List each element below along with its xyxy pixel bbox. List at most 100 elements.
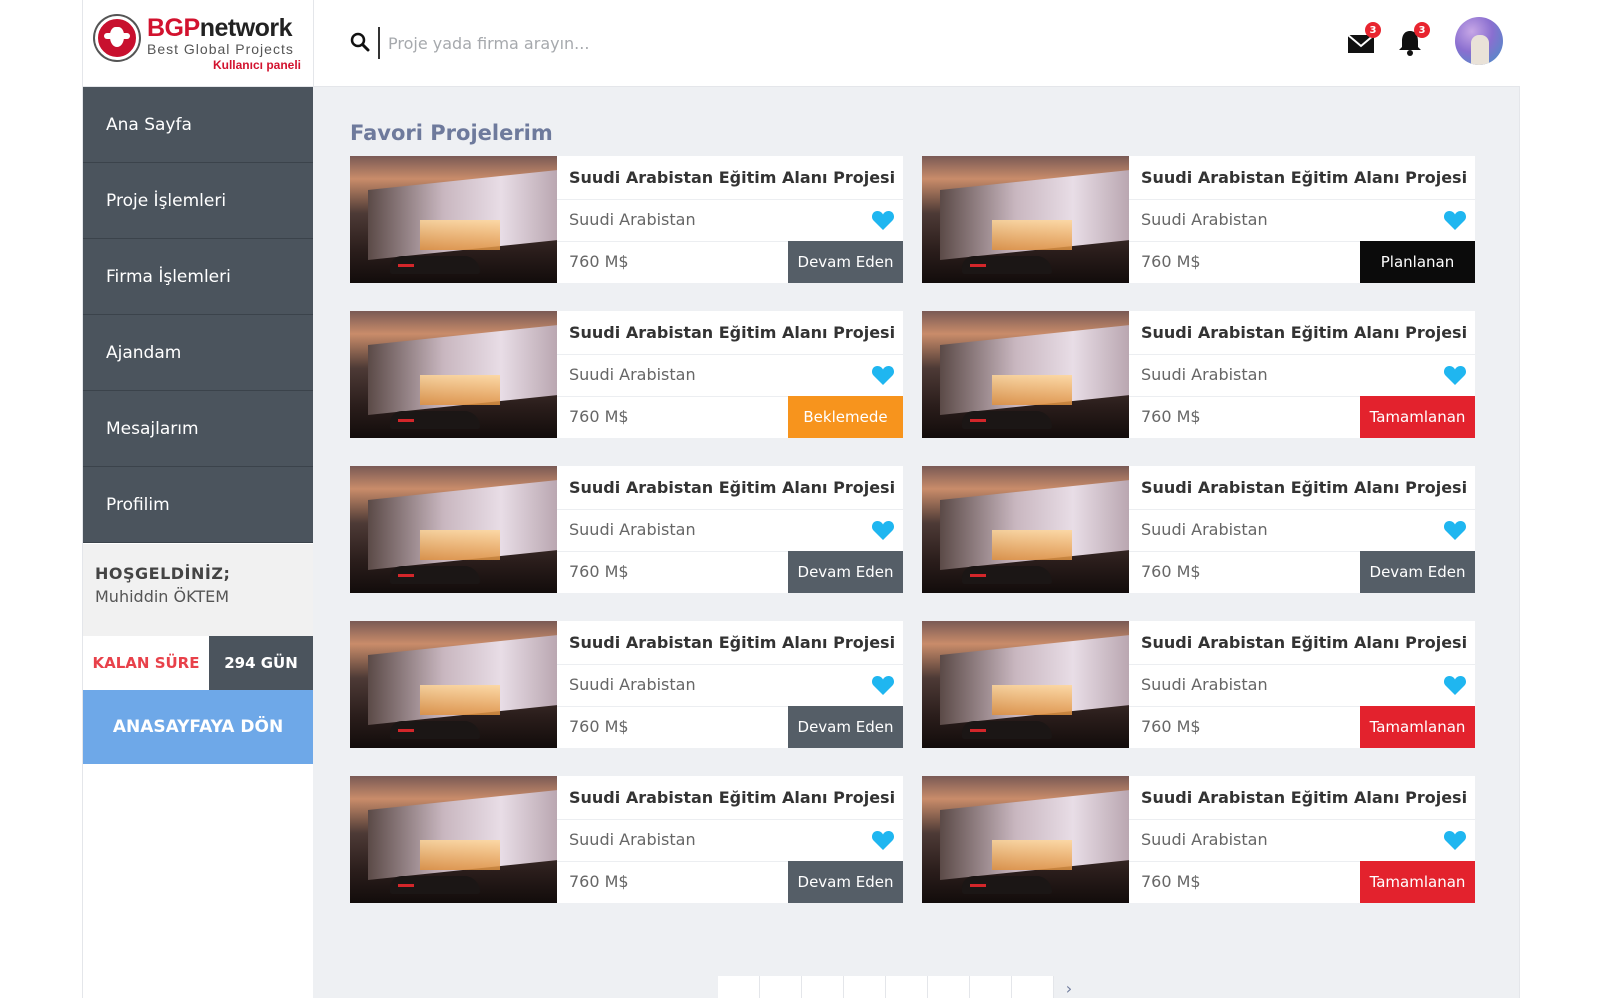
page-button[interactable] xyxy=(760,976,802,998)
chevron-right-icon[interactable]: › xyxy=(1054,976,1084,998)
heart-icon[interactable] xyxy=(871,829,895,851)
user-avatar[interactable] xyxy=(1455,17,1503,65)
project-card[interactable]: Suudi Arabistan Eğitim Alanı Projesi Suud… xyxy=(922,776,1475,903)
project-price: 760 M$ xyxy=(1141,717,1201,736)
project-card[interactable]: Suudi Arabistan Eğitim Alanı Projesi Suud… xyxy=(350,311,903,438)
logo-title: BGPnetwork xyxy=(147,14,293,42)
project-price: 760 M$ xyxy=(569,252,629,271)
page-button[interactable] xyxy=(970,976,1012,998)
project-image[interactable] xyxy=(922,466,1129,593)
back-to-home-button[interactable]: ANASAYFAYA DÖN xyxy=(83,690,313,764)
status-badge[interactable]: Planlanan xyxy=(1360,241,1475,283)
divider xyxy=(1129,354,1475,355)
project-card[interactable]: Suudi Arabistan Eğitim Alanı Projesi Suud… xyxy=(350,621,903,748)
notifications-button[interactable]: 3 xyxy=(1396,22,1430,56)
project-card[interactable]: Suudi Arabistan Eğitim Alanı Projesi Suud… xyxy=(350,156,903,283)
project-price: 760 M$ xyxy=(1141,872,1201,891)
status-badge[interactable]: Beklemede xyxy=(788,396,903,438)
heart-icon[interactable] xyxy=(1443,364,1467,386)
messages-button[interactable]: 3 xyxy=(1347,22,1381,56)
project-card[interactable]: Suudi Arabistan Eğitim Alanı Projesi Suud… xyxy=(922,466,1475,593)
car-shape xyxy=(390,721,480,739)
search-input[interactable] xyxy=(388,27,888,59)
sidebar-item-ajandam[interactable]: Ajandam xyxy=(83,315,313,391)
sidebar-item-profilim[interactable]: Profilim xyxy=(83,467,313,543)
status-badge[interactable]: Devam Eden xyxy=(788,706,903,748)
sidebar-item-label: Proje İşlemleri xyxy=(106,190,227,211)
pagination: › xyxy=(718,976,1084,998)
project-image[interactable] xyxy=(922,156,1129,283)
car-shape xyxy=(962,566,1052,584)
sidebar-item-proje-islemleri[interactable]: Proje İşlemleri xyxy=(83,163,313,239)
status-badge[interactable]: Tamamlanan xyxy=(1360,861,1475,903)
project-card-body: Suudi Arabistan Eğitim Alanı Projesi Suud… xyxy=(1129,466,1475,593)
page-button[interactable] xyxy=(928,976,970,998)
sidebar-item-firma-islemleri[interactable]: Firma İşlemleri xyxy=(83,239,313,315)
page-button[interactable] xyxy=(886,976,928,998)
project-title[interactable]: Suudi Arabistan Eğitim Alanı Projesi xyxy=(569,478,895,497)
status-badge[interactable]: Devam Eden xyxy=(788,241,903,283)
project-card-body: Suudi Arabistan Eğitim Alanı Projesi Suud… xyxy=(557,621,903,748)
project-card[interactable]: Suudi Arabistan Eğitim Alanı Projesi Suud… xyxy=(922,156,1475,283)
heart-icon[interactable] xyxy=(871,674,895,696)
project-location: Suudi Arabistan xyxy=(1141,210,1268,229)
status-badge[interactable]: Tamamlanan xyxy=(1360,396,1475,438)
divider xyxy=(557,199,903,200)
project-title[interactable]: Suudi Arabistan Eğitim Alanı Projesi xyxy=(569,788,895,807)
status-badge[interactable]: Devam Eden xyxy=(788,551,903,593)
project-image[interactable] xyxy=(350,776,557,903)
remaining-time-value: 294 GÜN xyxy=(209,636,313,690)
project-image[interactable] xyxy=(922,776,1129,903)
page-button[interactable] xyxy=(718,976,760,998)
project-title[interactable]: Suudi Arabistan Eğitim Alanı Projesi xyxy=(1141,168,1467,187)
status-badge[interactable]: Devam Eden xyxy=(788,861,903,903)
remaining-time-label: KALAN SÜRE xyxy=(83,636,209,690)
project-title[interactable]: Suudi Arabistan Eğitim Alanı Projesi xyxy=(1141,633,1467,652)
project-image[interactable] xyxy=(922,621,1129,748)
entrance-glow xyxy=(992,220,1072,250)
project-title[interactable]: Suudi Arabistan Eğitim Alanı Projesi xyxy=(1141,478,1467,497)
project-image[interactable] xyxy=(922,311,1129,438)
logo-panel-label: Kullanıcı paneli xyxy=(212,58,301,72)
project-card-body: Suudi Arabistan Eğitim Alanı Projesi Suud… xyxy=(557,466,903,593)
sidebar-item-mesajlarim[interactable]: Mesajlarım xyxy=(83,391,313,467)
welcome-title: HOŞGELDİNİZ; xyxy=(95,564,231,583)
status-badge[interactable]: Tamamlanan xyxy=(1360,706,1475,748)
entrance-glow xyxy=(992,375,1072,405)
heart-icon[interactable] xyxy=(1443,829,1467,851)
project-card[interactable]: Suudi Arabistan Eğitim Alanı Projesi Suud… xyxy=(350,466,903,593)
entrance-glow xyxy=(420,530,500,560)
brand-logo[interactable]: BGPnetwork Best Global Projects Kullanıc… xyxy=(83,0,313,87)
project-location: Suudi Arabistan xyxy=(569,675,696,694)
project-image[interactable] xyxy=(350,621,557,748)
heart-icon[interactable] xyxy=(871,209,895,231)
project-title[interactable]: Suudi Arabistan Eğitim Alanı Projesi xyxy=(1141,323,1467,342)
status-badge[interactable]: Devam Eden xyxy=(1360,551,1475,593)
logo-title-rest: network xyxy=(199,14,293,42)
project-title[interactable]: Suudi Arabistan Eğitim Alanı Projesi xyxy=(1141,788,1467,807)
car-shape xyxy=(962,411,1052,429)
sidebar-item-ana-sayfa[interactable]: Ana Sayfa xyxy=(83,87,313,163)
page-button[interactable] xyxy=(844,976,886,998)
heart-icon[interactable] xyxy=(871,364,895,386)
heart-icon[interactable] xyxy=(1443,519,1467,541)
project-card[interactable]: Suudi Arabistan Eğitim Alanı Projesi Suud… xyxy=(922,621,1475,748)
project-card[interactable]: Suudi Arabistan Eğitim Alanı Projesi Suud… xyxy=(922,311,1475,438)
car-shape xyxy=(962,876,1052,894)
project-image[interactable] xyxy=(350,156,557,283)
search-icon[interactable] xyxy=(350,32,370,52)
project-title[interactable]: Suudi Arabistan Eğitim Alanı Projesi xyxy=(569,633,895,652)
page-button[interactable] xyxy=(1012,976,1054,998)
heart-icon[interactable] xyxy=(1443,209,1467,231)
project-card[interactable]: Suudi Arabistan Eğitim Alanı Projesi Suud… xyxy=(350,776,903,903)
project-image[interactable] xyxy=(350,466,557,593)
page-button[interactable] xyxy=(802,976,844,998)
heart-icon[interactable] xyxy=(1443,674,1467,696)
entrance-glow xyxy=(420,685,500,715)
divider xyxy=(557,819,903,820)
project-title[interactable]: Suudi Arabistan Eğitim Alanı Projesi xyxy=(569,323,895,342)
project-image[interactable] xyxy=(350,311,557,438)
project-title[interactable]: Suudi Arabistan Eğitim Alanı Projesi xyxy=(569,168,895,187)
divider xyxy=(557,354,903,355)
heart-icon[interactable] xyxy=(871,519,895,541)
